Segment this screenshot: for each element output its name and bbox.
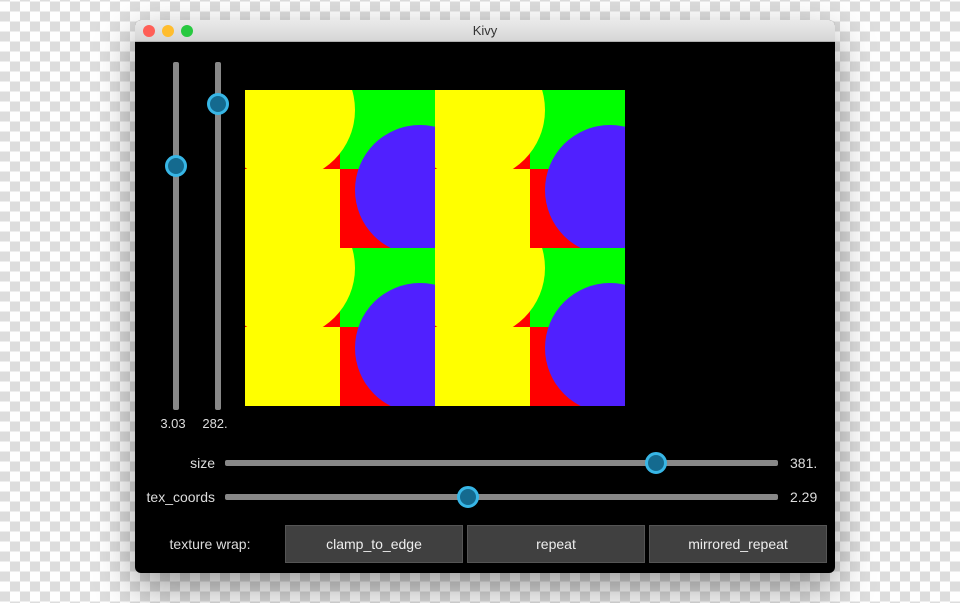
texture-wrap-options: clamp_to_edge repeat mirrored_repeat [285, 525, 835, 563]
vertical-slider-2-value: 282. [195, 416, 235, 431]
texture-wrap-row: texture wrap: clamp_to_edge repeat mirro… [135, 522, 835, 566]
vertical-slider-2[interactable] [215, 62, 221, 410]
slider-thumb[interactable] [645, 452, 667, 474]
tex-coords-row: tex_coords 2.29 [135, 482, 835, 512]
wrap-option-clamp-to-edge[interactable]: clamp_to_edge [285, 525, 463, 563]
texture-wrap-label: texture wrap: [135, 536, 285, 552]
content-area: 3.03 282. [135, 42, 835, 573]
size-slider[interactable] [225, 460, 778, 466]
tex-coords-label: tex_coords [135, 489, 225, 505]
tex-coords-slider[interactable] [225, 494, 778, 500]
texture-preview [245, 90, 625, 406]
wrap-option-repeat[interactable]: repeat [467, 525, 645, 563]
slider-thumb[interactable] [165, 155, 187, 177]
slider-thumb[interactable] [207, 93, 229, 115]
tex-coords-value: 2.29 [790, 489, 835, 505]
size-value: 381. [790, 455, 835, 471]
app-window: Kivy 3.03 282. [135, 20, 835, 573]
vertical-slider-1[interactable] [173, 62, 179, 410]
size-label: size [135, 455, 225, 471]
slider-thumb[interactable] [457, 486, 479, 508]
titlebar: Kivy [135, 20, 835, 42]
vertical-slider-1-value: 3.03 [153, 416, 193, 431]
size-row: size 381. [135, 448, 835, 478]
window-title: Kivy [135, 23, 835, 38]
wrap-option-mirrored-repeat[interactable]: mirrored_repeat [649, 525, 827, 563]
